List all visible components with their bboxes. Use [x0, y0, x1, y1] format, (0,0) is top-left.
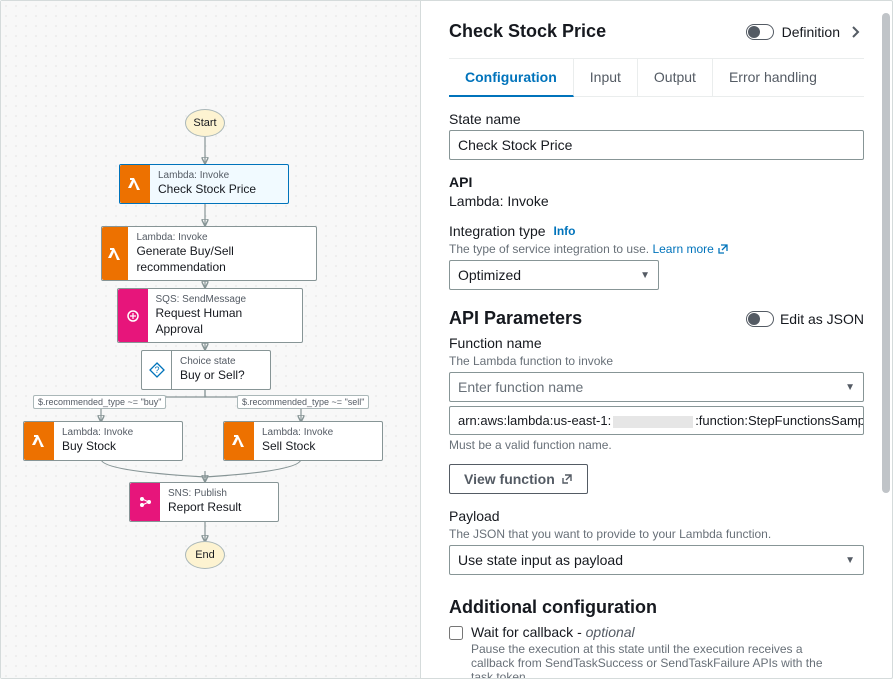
- state-service-label: Lambda: Invoke: [158, 170, 256, 182]
- expand-panel-icon[interactable]: [848, 24, 864, 40]
- lambda-icon: [102, 227, 128, 280]
- state-report-result[interactable]: SNS: PublishReport Result: [129, 482, 279, 522]
- integration-type-select[interactable]: Optimized ▼: [449, 260, 659, 290]
- function-name-help: The Lambda function to invoke: [449, 354, 864, 368]
- state-service-label: Lambda: Invoke: [62, 427, 133, 439]
- payload-help: The JSON that you want to provide to you…: [449, 527, 864, 541]
- state-request-human-approval[interactable]: SQS: SendMessageRequest Human Approval: [117, 288, 303, 343]
- state-buy-stock[interactable]: Lambda: InvokeBuy Stock: [23, 421, 183, 461]
- integration-type-help: The type of service integration to use. …: [449, 242, 864, 256]
- definition-toggle[interactable]: [746, 24, 774, 40]
- choice-icon: ?: [142, 351, 172, 389]
- state-title: Generate Buy/Sell recommendation: [136, 244, 304, 275]
- state-title: Buy or Sell?: [180, 368, 245, 384]
- edit-as-json-label: Edit as JSON: [780, 311, 864, 327]
- state-service-label: Lambda: Invoke: [262, 427, 333, 439]
- redacted-account-id: [613, 416, 693, 428]
- learn-more-link[interactable]: Learn more: [652, 242, 728, 256]
- inspector-panel: Check Stock Price Definition Configurati…: [421, 1, 892, 678]
- wait-for-callback-description: Pause the execution at this state until …: [471, 642, 831, 678]
- integration-type-value: Optimized: [458, 267, 521, 283]
- state-service-label: Lambda: Invoke: [136, 232, 304, 244]
- state-title: Sell Stock: [262, 439, 333, 455]
- payload-select[interactable]: Use state input as payload ▼: [449, 545, 864, 575]
- panel-tabs: Configuration Input Output Error handlin…: [449, 58, 864, 97]
- wait-for-callback-checkbox[interactable]: [449, 626, 463, 640]
- sqs-icon: [118, 289, 148, 342]
- wait-for-callback-label: Wait for callback - optional: [471, 624, 831, 640]
- lambda-icon: [24, 422, 54, 460]
- state-name-label: State name: [449, 111, 864, 127]
- state-title: Report Result: [168, 500, 241, 516]
- function-name-validation: Must be a valid function name.: [449, 438, 864, 452]
- payload-value: Use state input as payload: [458, 552, 623, 568]
- start-label: Start: [193, 117, 216, 129]
- api-parameters-heading: API Parameters: [449, 308, 582, 329]
- external-link-icon: [561, 473, 573, 485]
- start-node[interactable]: Start: [185, 109, 225, 137]
- state-title: Request Human Approval: [156, 306, 291, 337]
- function-arn-input[interactable]: arn:aws:lambda:us-east-1::function:StepF…: [449, 406, 864, 435]
- tab-error-handling[interactable]: Error handling: [713, 59, 833, 96]
- sns-icon: [130, 483, 160, 521]
- function-name-label: Function name: [449, 335, 864, 351]
- state-service-label: SQS: SendMessage: [156, 294, 291, 306]
- definition-label: Definition: [782, 24, 840, 40]
- integration-type-info-link[interactable]: Info: [554, 224, 576, 238]
- state-buy-or-sell-choice[interactable]: ? Choice stateBuy or Sell?: [141, 350, 271, 390]
- function-name-placeholder: Enter function name: [458, 379, 583, 395]
- state-service-label: SNS: Publish: [168, 488, 241, 500]
- state-title: Buy Stock: [62, 439, 133, 455]
- lambda-icon: [224, 422, 254, 460]
- lambda-icon: [120, 165, 150, 203]
- state-generate-recommendation[interactable]: Lambda: InvokeGenerate Buy/Sell recommen…: [101, 226, 317, 281]
- tab-configuration[interactable]: Configuration: [449, 59, 574, 97]
- view-function-button[interactable]: View function: [449, 464, 588, 494]
- svg-text:?: ?: [154, 365, 159, 375]
- payload-label: Payload: [449, 508, 864, 524]
- scrollbar-thumb[interactable]: [882, 13, 890, 493]
- edit-as-json-toggle[interactable]: [746, 311, 774, 327]
- state-check-stock-price[interactable]: Lambda: InvokeCheck Stock Price: [119, 164, 289, 204]
- tab-input[interactable]: Input: [574, 59, 638, 96]
- chevron-down-icon: ▼: [845, 382, 855, 393]
- api-label: API: [449, 174, 864, 190]
- end-label: End: [195, 549, 215, 561]
- api-value: Lambda: Invoke: [449, 193, 864, 209]
- end-node[interactable]: End: [185, 541, 225, 569]
- state-service-label: Choice state: [180, 356, 245, 368]
- workflow-canvas[interactable]: Start Lambda: InvokeCheck Stock Price La…: [1, 1, 421, 678]
- function-name-select[interactable]: Enter function name ▼: [449, 372, 864, 402]
- choice-condition-buy[interactable]: $.recommended_type ~= "buy": [33, 395, 166, 409]
- tab-output[interactable]: Output: [638, 59, 713, 96]
- integration-type-label: Integration type: [449, 223, 546, 239]
- choice-condition-sell[interactable]: $.recommended_type ~= "sell": [237, 395, 369, 409]
- view-function-label: View function: [464, 471, 555, 487]
- additional-config-heading: Additional configuration: [449, 597, 657, 618]
- state-title: Check Stock Price: [158, 182, 256, 198]
- panel-title: Check Stock Price: [449, 21, 606, 42]
- external-link-icon: [717, 243, 729, 255]
- state-sell-stock[interactable]: Lambda: InvokeSell Stock: [223, 421, 383, 461]
- chevron-down-icon: ▼: [640, 270, 650, 281]
- chevron-down-icon: ▼: [845, 555, 855, 566]
- state-name-input[interactable]: [449, 130, 864, 160]
